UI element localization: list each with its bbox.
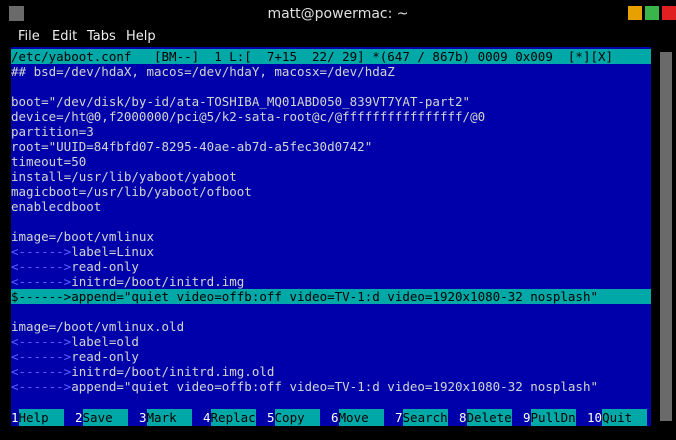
line-text: append="quiet video=offb:off video=TV-1:… — [71, 379, 599, 394]
window-titlebar[interactable]: matt@powermac: ~ — [0, 0, 676, 26]
editor-status-line: /etc/yaboot.conf [BM--] 1 L:[ 7+15 22/ 2… — [11, 49, 651, 64]
tab-marker: <------> — [11, 349, 72, 364]
fkey-1[interactable]: 1Help — [11, 409, 64, 426]
fkey-label: Help — [18, 409, 64, 426]
fkey-label: Search — [402, 409, 448, 426]
fkey-4[interactable]: 4Replac — [203, 409, 256, 426]
line-text: root="UUID=84fbfd07-8295-40ae-ab7d-a5fec… — [11, 139, 373, 154]
maximize-icon[interactable] — [645, 6, 659, 20]
editor-line[interactable]: <------>append="quiet video=offb:off vid… — [11, 379, 651, 394]
fkey-7[interactable]: 7Search — [395, 409, 448, 426]
fkey-label: Delete — [466, 409, 512, 426]
editor-current-line[interactable]: $------>append="quiet video=offb:off vid… — [11, 289, 651, 304]
fkey-label: Save — [82, 409, 128, 426]
line-text: magicboot=/usr/lib/yaboot/ofboot — [11, 184, 252, 199]
line-text: install=/usr/lib/yaboot/yaboot — [11, 169, 237, 184]
line-text: ## bsd=/dev/hdaX, macos=/dev/hdaY, macos… — [11, 64, 395, 79]
scrollbar-thumb[interactable] — [660, 52, 672, 421]
editor-line[interactable]: install=/usr/lib/yaboot/yaboot — [11, 169, 651, 184]
tab-marker: <------> — [11, 379, 72, 394]
editor-line[interactable]: device=/ht@0,f2000000/pci@5/k2-sata-root… — [11, 109, 651, 124]
editor-line[interactable]: <------>read-only — [11, 349, 651, 364]
line-text: label=Linux — [71, 244, 155, 259]
tab-marker: ------> — [18, 289, 72, 304]
tab-marker: <------> — [11, 259, 72, 274]
tab-marker: <------> — [11, 334, 72, 349]
fkey-number: 10 — [587, 410, 603, 425]
editor-line[interactable]: <------>label=old — [11, 334, 651, 349]
editor-line[interactable]: root="UUID=84fbfd07-8295-40ae-ab7d-a5fec… — [11, 139, 651, 154]
menu-tabs[interactable]: Tabs — [87, 26, 116, 47]
line-text: initrd=/boot/initrd.img.old — [71, 364, 275, 379]
editor-line[interactable]: ## bsd=/dev/hdaX, macos=/dev/hdaY, macos… — [11, 64, 651, 79]
fkey-number: 9 — [523, 410, 531, 425]
window-title: matt@powermac: ~ — [267, 6, 409, 22]
fkey-label: Move — [338, 409, 384, 426]
minimize-icon[interactable] — [628, 6, 642, 20]
line-text: image=/boot/vmlinux.old — [11, 319, 185, 334]
fkey-2[interactable]: 2Save — [75, 409, 128, 426]
menu-edit[interactable]: Edit — [52, 26, 77, 47]
menu-help[interactable]: Help — [126, 26, 156, 47]
fkey-8[interactable]: 8Delete — [459, 409, 512, 426]
line-text: append="quiet video=offb:off video=TV-1:… — [71, 289, 599, 304]
text-cursor: $ — [11, 289, 19, 304]
fkey-10[interactable]: 10Quit — [587, 409, 648, 426]
function-key-bar: 1Help 2Save 3Mark 4Replac 5Copy 6Move 7Se… — [11, 409, 651, 426]
editor-line[interactable] — [11, 304, 651, 319]
editor-line[interactable] — [11, 79, 651, 94]
editor-line[interactable]: magicboot=/usr/lib/yaboot/ofboot — [11, 184, 651, 199]
editor-line[interactable]: <------>read-only — [11, 259, 651, 274]
editor-line[interactable] — [11, 214, 651, 229]
editor-line[interactable]: <------>initrd=/boot/initrd.img — [11, 274, 651, 289]
line-text: device=/ht@0,f2000000/pci@5/k2-sata-root… — [11, 109, 486, 124]
line-text: timeout=50 — [11, 154, 87, 169]
line-text: boot="/dev/disk/by-id/ata-TOSHIBA_MQ01AB… — [11, 94, 471, 109]
line-text: read-only — [71, 349, 139, 364]
line-text: partition=3 — [11, 124, 94, 139]
editor-line[interactable]: enablecdboot — [11, 199, 651, 214]
fkey-3[interactable]: 3Mark — [139, 409, 192, 426]
line-text: label=old — [71, 334, 139, 349]
editor-line[interactable]: <------>initrd=/boot/initrd.img.old — [11, 364, 651, 379]
editor-line[interactable]: image=/boot/vmlinux — [11, 229, 651, 244]
fkey-number: 8 — [459, 410, 467, 425]
editor-line[interactable]: partition=3 — [11, 124, 651, 139]
fkey-label: PullDn — [530, 409, 576, 426]
fkey-number: 5 — [267, 410, 275, 425]
menu-file[interactable]: File — [18, 26, 40, 47]
fkey-number: 2 — [75, 410, 83, 425]
editor-line[interactable]: <------>label=Linux — [11, 244, 651, 259]
fkey-6[interactable]: 6Move — [331, 409, 384, 426]
fkey-label: Replac — [210, 409, 256, 426]
fkey-number: 4 — [203, 410, 211, 425]
fkey-label: Mark — [146, 409, 192, 426]
line-text: read-only — [71, 259, 139, 274]
line-text: image=/boot/vmlinux — [11, 229, 154, 244]
fkey-number: 1 — [11, 410, 19, 425]
fkey-number: 6 — [331, 410, 339, 425]
terminal-area[interactable]: /etc/yaboot.conf [BM--] 1 L:[ 7+15 22/ 2… — [11, 47, 651, 426]
scrollbar[interactable] — [656, 47, 676, 427]
fkey-5[interactable]: 5Copy — [267, 409, 320, 426]
editor-line[interactable]: timeout=50 — [11, 154, 651, 169]
tab-marker: <------> — [11, 244, 72, 259]
fkey-number: 3 — [139, 410, 147, 425]
fkey-label: Copy — [274, 409, 320, 426]
tab-marker: <------> — [11, 274, 72, 289]
tab-marker: <------> — [11, 364, 72, 379]
editor-line[interactable]: image=/boot/vmlinux.old — [11, 319, 651, 334]
line-text: enablecdboot — [11, 199, 102, 214]
editor-line[interactable]: boot="/dev/disk/by-id/ata-TOSHIBA_MQ01AB… — [11, 94, 651, 109]
fkey-label: Quit — [602, 409, 648, 426]
fkey-9[interactable]: 9PullDn — [523, 409, 576, 426]
close-icon[interactable] — [662, 6, 676, 20]
fkey-number: 7 — [395, 410, 403, 425]
line-text: initrd=/boot/initrd.img — [71, 274, 245, 289]
menu-bar: File Edit Tabs Help — [0, 26, 676, 47]
